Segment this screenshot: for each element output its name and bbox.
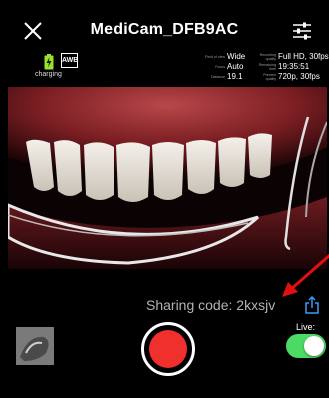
record-icon bbox=[149, 330, 187, 368]
sharing-code-prefix: Sharing code: bbox=[146, 297, 237, 313]
info-row-distance: Distance 19.1 bbox=[205, 72, 245, 82]
info-label: Remaining time bbox=[258, 63, 276, 71]
awb-badge: AWB bbox=[61, 53, 78, 68]
gallery-thumbnail[interactable] bbox=[16, 327, 54, 365]
gallery-thumbnail-image bbox=[16, 327, 54, 365]
share-button[interactable] bbox=[305, 295, 319, 314]
settings-button[interactable] bbox=[291, 20, 313, 42]
info-value: Full HD, 30fps bbox=[278, 52, 329, 61]
record-button[interactable] bbox=[141, 322, 195, 376]
info-value: 19.1 bbox=[227, 72, 243, 81]
info-label: Field of view bbox=[205, 55, 225, 59]
annotation-arrow-icon bbox=[282, 253, 329, 297]
sliders-icon bbox=[293, 22, 311, 40]
charging-label: charging bbox=[35, 71, 62, 78]
sharing-code-label: Sharing code: 2kxsjv bbox=[146, 297, 275, 313]
info-value: Auto bbox=[227, 62, 244, 71]
info-row-preview-quality: Preview quality 720p, 30fps bbox=[256, 72, 329, 82]
info-row-recording-quality: Recording quality Full HD, 30fps bbox=[256, 52, 329, 62]
info-row-field-of-view: Field of view Wide bbox=[205, 52, 245, 62]
info-row-remaining-time: Remaining time 19:35:51 bbox=[256, 62, 329, 72]
share-icon bbox=[305, 295, 319, 314]
info-label: Preview quality bbox=[263, 73, 276, 81]
top-bar: MediCam_DFB9AC bbox=[0, 0, 329, 50]
info-label: Distance bbox=[211, 75, 225, 79]
info-label: Focus bbox=[215, 65, 225, 69]
camera-info-right: Recording quality Full HD, 30fps Remaini… bbox=[256, 52, 329, 82]
live-toggle[interactable] bbox=[286, 334, 326, 358]
camera-preview[interactable] bbox=[8, 87, 327, 269]
toggle-knob bbox=[304, 336, 324, 356]
info-row-focus: Focus Auto bbox=[205, 62, 245, 72]
device-title: MediCam_DFB9AC bbox=[90, 21, 239, 38]
camera-info-left: Field of view Wide Focus Auto Distance 1… bbox=[205, 52, 245, 82]
sharing-code-value: 2kxsjv bbox=[236, 297, 276, 313]
info-value: 720p, 30fps bbox=[278, 72, 320, 81]
info-label: Recording quality bbox=[259, 53, 276, 61]
battery-charging-icon bbox=[44, 54, 54, 70]
live-label: Live: bbox=[296, 322, 316, 332]
info-value: 19:35:51 bbox=[278, 62, 310, 71]
teeth-image bbox=[8, 87, 327, 269]
info-value: Wide bbox=[227, 52, 246, 61]
